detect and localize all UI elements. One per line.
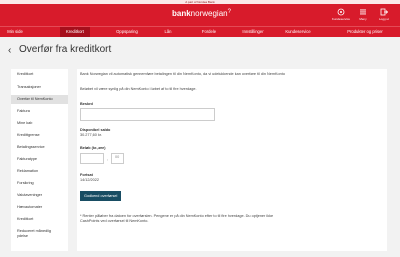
intro-text-2: Beløbet vil være synlig på din NemKonto … [80,87,197,91]
nav-fordele[interactable]: Fordele [196,27,222,37]
support-icon [337,8,345,16]
logout-button[interactable]: Logg ut [373,8,395,21]
sidebar-item-kreditkort-2[interactable]: Kreditkort [11,217,68,222]
amount-ore-placeholder: 00 [115,155,120,159]
sidebar-item-kredittgrense[interactable]: Kredittgrense [11,133,68,138]
date-value: 14/12/2022 [80,178,100,182]
logout-label: Logg ut [378,17,389,21]
approve-transfer-button[interactable]: Godkend overførsel [80,191,122,201]
brand-bold: bank [172,9,191,18]
logout-icon [380,8,388,16]
sidebar-item-forsikring[interactable]: Forsikring [11,181,68,186]
sidebar-item-kreditkort[interactable]: Kreditkort [11,72,68,77]
sidebar-item-reklamation[interactable]: Reklamation [11,169,68,174]
nav-kundeservice[interactable]: Kundeservice [283,27,313,37]
sidebar-item-fakturatype[interactable]: Fakturatype [11,157,68,162]
footnote: * Renter påløber fra datoen for overførs… [80,214,274,223]
main-nav: Min side Kreditkort Oppsparing Lån Forde… [0,26,400,37]
customer-service-label: Kundeservice [331,17,351,21]
sidebar-item-mine-kab[interactable]: Mine kab [11,121,68,126]
sidebar: Kreditkort Transaksjoner Overfør til Nem… [11,69,68,251]
sidebar-item-haevautomater[interactable]: Hævautomater [11,205,68,210]
date-label: Fortsat [80,173,93,177]
brand-rest: norwegian [190,9,228,18]
nav-oppsparing[interactable]: Oppsparing [112,27,142,37]
available-balance-label: Disponibel saldo [80,128,111,132]
amount-ore-input[interactable]: 00 [111,153,124,164]
amount-label: Beløb (kr.,øre) [80,146,106,150]
back-arrow-icon[interactable]: ‹ [8,45,11,56]
available-balance-value: 30.277,60 kr. [80,133,102,137]
transfer-panel: Bank Norwegian vil automatisk gennemføre… [77,69,387,251]
nav-min-side[interactable]: Min side [0,27,30,37]
bank-logo[interactable]: banknorwegian? [172,9,231,18]
nav-lan[interactable]: Lån [158,27,178,37]
amount-kr-input[interactable] [80,153,104,164]
sidebar-item-valutaveninger[interactable]: Valutaveninger [11,193,68,198]
nav-produkter-og-priser[interactable]: Produkter og priser [340,27,390,37]
menu-label: Meny [359,17,367,21]
header: banknorwegian? Kundeservice Meny Logg ut [0,4,400,26]
konto-select[interactable] [80,108,215,121]
decimal-separator: , [107,156,109,161]
sidebar-item-reduceret-maanedlig-ydelse[interactable]: Reduceret månedlig ydelse [11,229,59,239]
customer-service-button[interactable]: Kundeservice [330,8,352,21]
nav-innstillinger[interactable]: Innstillinger [238,27,268,37]
sidebar-item-transaksjoner[interactable]: Transaksjoner [11,85,68,90]
logo-swoosh-icon: ? [227,9,231,15]
nav-kreditkort[interactable]: Kreditkort [60,27,90,37]
konto-label: Beskrd [80,102,93,106]
sidebar-item-faktura[interactable]: Faktura [11,109,68,114]
page-title: Overfør fra kreditkort [19,44,112,55]
menu-icon [360,9,366,15]
sidebar-item-overfor-til-nemkonto[interactable]: Overfør til NemKonto [11,95,68,104]
sidebar-item-betalingsservice[interactable]: Betalingsservice [11,145,68,150]
menu-button[interactable]: Meny [352,8,374,21]
intro-text-1: Bank Norwegian vil automatisk gennemføre… [80,72,285,76]
